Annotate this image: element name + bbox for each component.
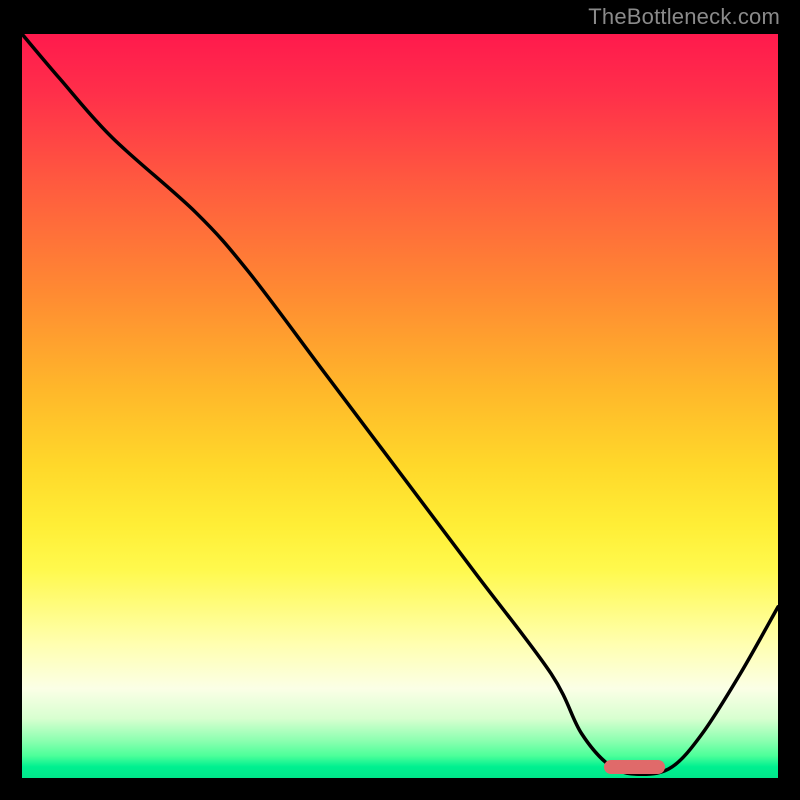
- attribution-watermark: TheBottleneck.com: [588, 4, 780, 30]
- optimal-range-marker: [604, 760, 664, 774]
- chart-curve: [22, 34, 778, 778]
- chart-plot-area: [18, 30, 782, 782]
